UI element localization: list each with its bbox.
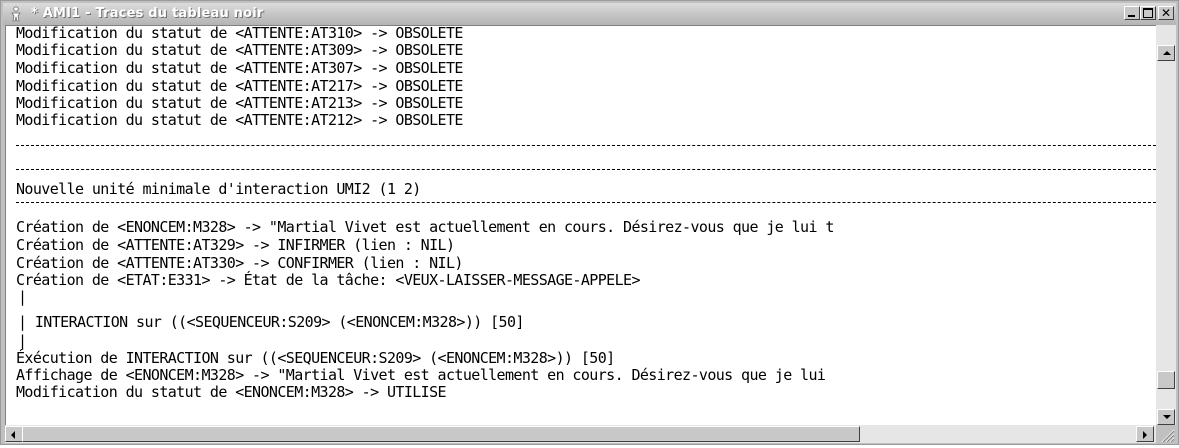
trace-line: Création de <ENONCEM:M328> -> "Martial V…: [16, 218, 834, 236]
arrow-up-icon: [1163, 51, 1171, 55]
scroll-left-button[interactable]: [5, 426, 23, 442]
trace-line: Création de <ETAT:E331> -> État de la tâ…: [16, 271, 640, 289]
trace-line: Modification du statut de <ENONCEM:M328>…: [16, 383, 447, 401]
trace-line: Modification du statut de <ATTENTE:AT212…: [16, 111, 463, 129]
app-figure-icon[interactable]: [7, 5, 25, 23]
arrow-right-icon: [1143, 431, 1147, 439]
resize-grip[interactable]: [1156, 425, 1176, 443]
scroll-right-button[interactable]: [1136, 426, 1154, 442]
trace-pipe: |: [18, 288, 27, 306]
arrow-down-icon: [1163, 415, 1171, 419]
minimize-icon: [1128, 15, 1135, 17]
interaction-line: | INTERACTION sur ((<SEQUENCEUR:S209> (<…: [18, 313, 524, 331]
scroll-down-button[interactable]: [1157, 409, 1175, 425]
trace-line: Modification du statut de <ATTENTE:AT307…: [16, 59, 463, 77]
maximize-button[interactable]: [1140, 6, 1156, 20]
trace-text-area[interactable]: Modification du statut de <ATTENTE:AT310…: [5, 25, 1156, 426]
trace-line: Modification du statut de <ATTENTE:AT217…: [16, 77, 463, 95]
vertical-scrollbar[interactable]: [1156, 25, 1176, 425]
separator-line: [16, 145, 1156, 146]
arrow-left-icon: [11, 431, 15, 439]
separator-line: [16, 202, 1156, 203]
vertical-scroll-thumb[interactable]: [1157, 371, 1175, 389]
trace-line: Affichage de <ENONCEM:M328> -> "Martial …: [16, 366, 826, 384]
trace-window: * AMI1 - Traces du tableau noir ✕ Modifi…: [0, 0, 1179, 445]
window-title: * AMI1 - Traces du tableau noir: [31, 6, 264, 21]
separator-line: [16, 169, 1156, 170]
title-bar[interactable]: * AMI1 - Traces du tableau noir ✕: [3, 3, 1176, 25]
trace-line: Modification du statut de <ATTENTE:AT310…: [16, 25, 463, 42]
trace-line: Modification du statut de <ATTENTE:AT309…: [16, 41, 463, 59]
trace-line: Modification du statut de <ATTENTE:AT213…: [16, 94, 463, 112]
horizontal-scrollbar[interactable]: [5, 425, 1156, 443]
trace-pipe: |: [18, 332, 27, 350]
horizontal-scroll-thumb[interactable]: [22, 426, 860, 442]
close-button[interactable]: ✕: [1158, 6, 1174, 20]
minimize-button[interactable]: [1124, 6, 1140, 20]
resize-grip-icon: [1161, 429, 1175, 443]
trace-line: Création de <ATTENTE:AT330> -> CONFIRMER…: [16, 254, 463, 272]
trace-line: Éxécution de INTERACTION sur ((<SEQUENCE…: [16, 349, 615, 367]
trace-line: Création de <ATTENTE:AT329> -> INFIRMER …: [16, 236, 455, 254]
scroll-up-button[interactable]: [1157, 45, 1175, 61]
maximize-icon: [1143, 8, 1153, 18]
close-icon: ✕: [1160, 6, 1172, 20]
section-header: Nouvelle unité minimale d'interaction UM…: [16, 180, 421, 198]
